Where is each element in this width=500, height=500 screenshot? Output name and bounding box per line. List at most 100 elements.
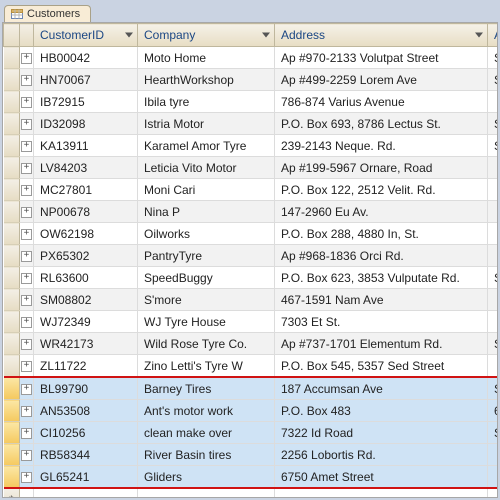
table-row[interactable]: +LV84203Leticia Vito MotorAp #199-5967 O… bbox=[4, 157, 499, 179]
cell-id[interactable]: ID32098 bbox=[34, 113, 138, 135]
cell-address[interactable]: 239-2143 Neque. Rd. bbox=[275, 135, 488, 157]
empty-cell[interactable] bbox=[34, 488, 138, 498]
plus-icon[interactable]: + bbox=[21, 141, 32, 152]
cell-address[interactable]: 187 Accumsan Ave bbox=[275, 377, 488, 400]
expand-cell[interactable]: + bbox=[20, 267, 34, 289]
cell-company[interactable]: Nina P bbox=[138, 201, 275, 223]
plus-icon[interactable]: + bbox=[21, 295, 32, 306]
cell-extra[interactable]: S bbox=[488, 69, 499, 91]
table-row[interactable]: +PX65302PantryTyreAp #968-1836 Orci Rd. bbox=[4, 245, 499, 267]
expand-cell[interactable]: + bbox=[20, 289, 34, 311]
cell-company[interactable]: Moni Cari bbox=[138, 179, 275, 201]
cell-id[interactable]: KA13911 bbox=[34, 135, 138, 157]
row-selector[interactable] bbox=[4, 422, 20, 444]
cell-company[interactable]: Wild Rose Tyre Co. bbox=[138, 333, 275, 355]
expand-cell[interactable]: + bbox=[20, 466, 34, 489]
cell-extra[interactable]: S bbox=[488, 377, 499, 400]
plus-icon[interactable]: + bbox=[21, 53, 32, 64]
new-record-row[interactable]: * bbox=[4, 488, 499, 498]
table-row[interactable]: +HN70067HearthWorkshopAp #499-2259 Lorem… bbox=[4, 69, 499, 91]
cell-address[interactable]: Ap #737-1701 Elementum Rd. bbox=[275, 333, 488, 355]
row-selector[interactable] bbox=[4, 400, 20, 422]
cell-extra[interactable] bbox=[488, 157, 499, 179]
row-selector[interactable]: * bbox=[4, 488, 20, 498]
cell-extra[interactable]: S bbox=[488, 267, 499, 289]
row-selector[interactable] bbox=[4, 245, 20, 267]
cell-extra[interactable] bbox=[488, 444, 499, 466]
row-selector[interactable] bbox=[4, 201, 20, 223]
expand-cell[interactable]: + bbox=[20, 400, 34, 422]
cell-company[interactable]: SpeedBuggy bbox=[138, 267, 275, 289]
plus-icon[interactable]: + bbox=[21, 317, 32, 328]
row-selector[interactable] bbox=[4, 444, 20, 466]
expand-cell[interactable]: + bbox=[20, 333, 34, 355]
expand-cell[interactable]: + bbox=[20, 355, 34, 378]
cell-extra[interactable] bbox=[488, 466, 499, 489]
row-selector[interactable] bbox=[4, 157, 20, 179]
row-selector[interactable] bbox=[4, 135, 20, 157]
plus-icon[interactable]: + bbox=[21, 450, 32, 461]
cell-extra[interactable] bbox=[488, 289, 499, 311]
plus-icon[interactable]: + bbox=[21, 163, 32, 174]
plus-icon[interactable]: + bbox=[21, 75, 32, 86]
row-selector[interactable] bbox=[4, 69, 20, 91]
cell-company[interactable]: HearthWorkshop bbox=[138, 69, 275, 91]
cell-id[interactable]: CI10256 bbox=[34, 422, 138, 444]
empty-cell[interactable] bbox=[138, 488, 275, 498]
cell-address[interactable]: 467-1591 Nam Ave bbox=[275, 289, 488, 311]
table-row[interactable]: +ID32098Istria MotorP.O. Box 693, 8786 L… bbox=[4, 113, 499, 135]
select-all-header[interactable] bbox=[4, 24, 20, 47]
cell-id[interactable]: WR42173 bbox=[34, 333, 138, 355]
table-row[interactable]: +SM08802S'more467-1591 Nam Ave bbox=[4, 289, 499, 311]
cell-address[interactable]: Ap #970-2133 Volutpat Street bbox=[275, 47, 488, 69]
expand-cell[interactable]: + bbox=[20, 377, 34, 400]
cell-id[interactable]: WJ72349 bbox=[34, 311, 138, 333]
cell-address[interactable]: 7322 Id Road bbox=[275, 422, 488, 444]
plus-icon[interactable]: + bbox=[21, 273, 32, 284]
cell-extra[interactable] bbox=[488, 179, 499, 201]
row-selector[interactable] bbox=[4, 267, 20, 289]
table-row[interactable]: +RL63600SpeedBuggyP.O. Box 623, 3853 Vul… bbox=[4, 267, 499, 289]
table-row[interactable]: +AN53508Ant's motor workP.O. Box 4836 bbox=[4, 400, 499, 422]
row-selector[interactable] bbox=[4, 289, 20, 311]
table-row[interactable]: +RB58344River Basin tires2256 Lobortis R… bbox=[4, 444, 499, 466]
cell-address[interactable]: Ap #499-2259 Lorem Ave bbox=[275, 69, 488, 91]
table-row[interactable]: +HB00042Moto HomeAp #970-2133 Volutpat S… bbox=[4, 47, 499, 69]
cell-extra[interactable] bbox=[488, 355, 499, 378]
table-row[interactable]: +GL65241Gliders6750 Amet Street bbox=[4, 466, 499, 489]
empty-cell[interactable] bbox=[488, 488, 499, 498]
cell-id[interactable]: GL65241 bbox=[34, 466, 138, 489]
cell-address[interactable]: P.O. Box 545, 5357 Sed Street bbox=[275, 355, 488, 378]
table-row[interactable]: +OW62198OilworksP.O. Box 288, 4880 In, S… bbox=[4, 223, 499, 245]
cell-id[interactable]: MC27801 bbox=[34, 179, 138, 201]
plus-icon[interactable]: + bbox=[21, 428, 32, 439]
cell-company[interactable]: PantryTyre bbox=[138, 245, 275, 267]
cell-company[interactable]: Zino Letti's Tyre W bbox=[138, 355, 275, 378]
cell-extra[interactable] bbox=[488, 91, 499, 113]
cell-extra[interactable] bbox=[488, 201, 499, 223]
expand-cell[interactable]: + bbox=[20, 91, 34, 113]
cell-address[interactable]: Ap #968-1836 Orci Rd. bbox=[275, 245, 488, 267]
cell-company[interactable]: Ant's motor work bbox=[138, 400, 275, 422]
cell-extra[interactable]: S bbox=[488, 113, 499, 135]
plus-icon[interactable]: + bbox=[21, 251, 32, 262]
expand-cell[interactable]: + bbox=[20, 69, 34, 91]
expand-cell[interactable]: + bbox=[20, 135, 34, 157]
expand-cell[interactable]: + bbox=[20, 245, 34, 267]
cell-company[interactable]: Oilworks bbox=[138, 223, 275, 245]
expand-cell[interactable]: + bbox=[20, 223, 34, 245]
cell-id[interactable]: HN70067 bbox=[34, 69, 138, 91]
cell-company[interactable]: Karamel Amor Tyre bbox=[138, 135, 275, 157]
row-selector[interactable] bbox=[4, 113, 20, 135]
plus-icon[interactable]: + bbox=[21, 361, 32, 372]
cell-id[interactable]: OW62198 bbox=[34, 223, 138, 245]
plus-icon[interactable]: + bbox=[21, 97, 32, 108]
plus-icon[interactable]: + bbox=[21, 185, 32, 196]
cell-extra[interactable]: S bbox=[488, 47, 499, 69]
expand-cell[interactable]: + bbox=[20, 157, 34, 179]
cell-extra[interactable] bbox=[488, 245, 499, 267]
cell-company[interactable]: Gliders bbox=[138, 466, 275, 489]
cell-company[interactable]: Leticia Vito Motor bbox=[138, 157, 275, 179]
row-selector[interactable] bbox=[4, 91, 20, 113]
table-row[interactable]: +WJ72349WJ Tyre House7303 Et St. bbox=[4, 311, 499, 333]
